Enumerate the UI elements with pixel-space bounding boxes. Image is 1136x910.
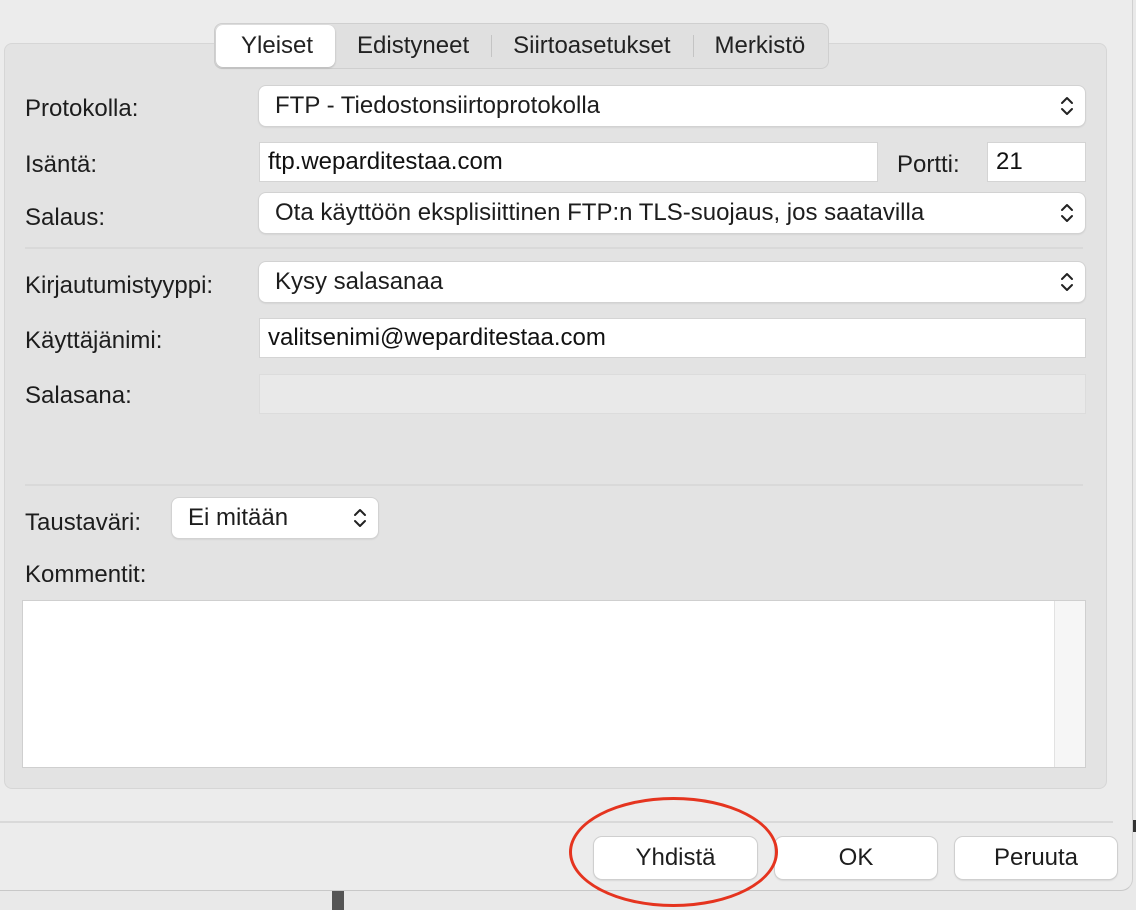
- background-app-edge: [332, 890, 344, 910]
- logon-type-label: Kirjautumistyyppi:: [25, 272, 214, 299]
- host-label: Isäntä:: [25, 151, 98, 178]
- site-manager-dialog: Yleiset Edistyneet Siirtoasetukset Merki…: [0, 0, 1133, 891]
- port-label: Portti:: [897, 151, 960, 178]
- footer-divider: [0, 821, 1113, 823]
- encryption-label: Salaus:: [25, 204, 106, 231]
- username-input[interactable]: valitsenimi@weparditestaa.com: [259, 318, 1086, 358]
- encryption-select[interactable]: Ota käyttöön eksplisiittinen FTP:n TLS-s…: [259, 193, 1085, 233]
- background-color-select-value: Ei mitään: [188, 504, 289, 531]
- tab-general[interactable]: Yleiset: [216, 25, 336, 67]
- chevron-up-down-icon: [1049, 86, 1085, 126]
- host-input[interactable]: ftp.weparditestaa.com: [259, 142, 878, 182]
- port-input[interactable]: 21: [987, 142, 1086, 182]
- comments-textarea[interactable]: [22, 600, 1086, 768]
- section-divider: [25, 247, 1083, 249]
- section-divider: [25, 484, 1083, 486]
- cancel-button[interactable]: Peruuta: [955, 837, 1117, 879]
- background-color-label: Taustaväri:: [25, 509, 142, 536]
- protocol-select[interactable]: FTP - Tiedostonsiirtoprotokolla: [259, 86, 1085, 126]
- chevron-up-down-icon: [1049, 262, 1085, 302]
- tab-bar: Yleiset Edistyneet Siirtoasetukset Merki…: [214, 23, 830, 69]
- tab-charset[interactable]: Merkistö: [692, 25, 828, 67]
- connect-button[interactable]: Yhdistä: [594, 837, 757, 879]
- logon-type-select[interactable]: Kysy salasanaa: [259, 262, 1085, 302]
- chevron-up-down-icon: [1049, 193, 1085, 233]
- logon-type-select-value: Kysy salasanaa: [275, 268, 444, 295]
- username-label: Käyttäjänimi:: [25, 327, 163, 354]
- comments-scrollbar[interactable]: [1054, 601, 1085, 767]
- password-input: [259, 374, 1086, 414]
- tab-advanced[interactable]: Edistyneet: [335, 25, 491, 67]
- encryption-select-value: Ota käyttöön eksplisiittinen FTP:n TLS-s…: [275, 199, 925, 226]
- password-label: Salasana:: [25, 382, 132, 409]
- chevron-up-down-icon: [342, 498, 378, 538]
- protocol-select-value: FTP - Tiedostonsiirtoprotokolla: [275, 92, 601, 119]
- comments-label: Kommentit:: [25, 561, 147, 588]
- ok-button[interactable]: OK: [775, 837, 937, 879]
- protocol-label: Protokolla:: [25, 95, 139, 122]
- tab-transfer-settings[interactable]: Siirtoasetukset: [491, 25, 692, 67]
- background-color-select[interactable]: Ei mitään: [172, 498, 378, 538]
